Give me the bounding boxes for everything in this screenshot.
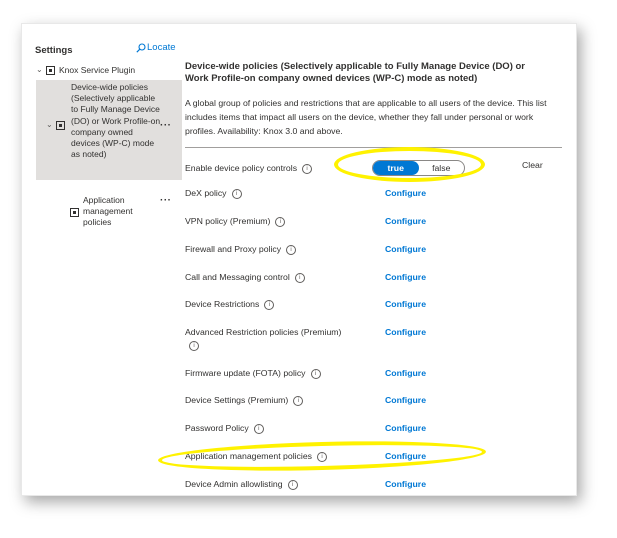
policy-row-label: Password Policy i xyxy=(185,422,264,434)
info-icon[interactable]: i xyxy=(189,341,199,351)
settings-tree-pane: Settings Locate ⌄ Knox Service Plugin ⌄ … xyxy=(22,24,182,495)
enable-label: Enable device policy controls xyxy=(185,163,298,173)
policy-name: Advanced Restriction policies (Premium) xyxy=(185,327,342,337)
policy-row: Device Restrictions i Configure xyxy=(185,298,562,318)
policy-details-pane: Device-wide policies (Selectively applic… xyxy=(185,24,576,495)
policy-name: DeX policy xyxy=(185,188,227,198)
policy-name: Device Restrictions xyxy=(185,299,260,309)
policy-name: Password Policy xyxy=(185,423,249,433)
chevron-down-icon[interactable]: ⌄ xyxy=(36,65,46,74)
policy-row: Application management policies i Configur… xyxy=(185,450,562,470)
info-icon[interactable]: i xyxy=(294,272,305,283)
configure-link[interactable]: Configure xyxy=(385,394,426,406)
policy-row: DeX policy i Configure xyxy=(185,187,562,207)
enable-device-policy-row: Enable device policy controls i true fals… xyxy=(185,160,562,182)
policy-row: Firewall and Proxy policy i Configure xyxy=(185,243,562,263)
policy-name: Firewall and Proxy policy xyxy=(185,244,282,254)
true-false-toggle[interactable]: true false xyxy=(372,160,465,176)
settings-title: Settings xyxy=(35,45,73,56)
policy-name: Firmware update (FOTA) policy xyxy=(185,368,306,378)
policy-row: Device Settings (Premium) i Configure xyxy=(185,394,562,414)
policy-name: VPN policy (Premium) xyxy=(185,216,271,226)
configure-link[interactable]: Configure xyxy=(385,271,426,283)
locate-label: Locate xyxy=(147,42,176,53)
configure-link[interactable]: Configure xyxy=(385,450,426,462)
policy-row-label: Device Admin allowlisting i xyxy=(185,478,298,490)
policy-node-icon xyxy=(56,121,65,130)
policy-row-label: Application management policies i xyxy=(185,450,328,462)
configure-link[interactable]: Configure xyxy=(385,422,426,434)
more-ellipsis-icon[interactable]: ··· xyxy=(160,120,172,131)
configure-link[interactable]: Configure xyxy=(385,215,426,227)
policy-name: Device Settings (Premium) xyxy=(185,395,289,405)
policy-name: Device Admin allowlisting xyxy=(185,479,283,489)
row-label: Enable device policy controls i xyxy=(185,162,313,174)
settings-panel: Settings Locate ⌄ Knox Service Plugin ⌄ … xyxy=(21,23,577,496)
info-icon[interactable]: i xyxy=(275,216,286,227)
policy-row-label: Device Restrictions i xyxy=(185,298,275,310)
policy-row: Advanced Restriction policies (Premium) i… xyxy=(185,326,562,351)
configure-link[interactable]: Configure xyxy=(385,298,426,310)
policy-row: Device Admin allowlisting i Configure xyxy=(185,478,562,495)
toggle-false[interactable]: false xyxy=(419,161,465,175)
info-icon[interactable]: i xyxy=(264,299,275,310)
tree-item-device-wide-controls: ⌄ xyxy=(46,120,69,130)
policy-name: Application management policies xyxy=(185,451,313,461)
configure-link[interactable]: Configure xyxy=(385,478,426,490)
chevron-down-icon[interactable]: ⌄ xyxy=(46,120,56,129)
clear-button[interactable]: Clear xyxy=(522,160,543,170)
tree-item-application-management[interactable]: Application management policies xyxy=(70,195,141,229)
tree-item-selected-label: Device-wide policies (Selectively applic… xyxy=(71,82,161,160)
policy-row-label: Advanced Restriction policies (Premium) i xyxy=(185,326,365,351)
info-icon[interactable]: i xyxy=(293,395,304,406)
info-icon[interactable]: i xyxy=(317,451,328,462)
info-icon[interactable]: i xyxy=(287,479,298,490)
info-icon[interactable]: i xyxy=(302,163,313,174)
info-icon[interactable]: i xyxy=(253,423,264,434)
divider xyxy=(185,147,562,148)
policy-row: Firmware update (FOTA) policy i Configure xyxy=(185,367,562,387)
configure-link[interactable]: Configure xyxy=(385,187,426,199)
policy-node-icon xyxy=(46,66,55,75)
configure-link[interactable]: Configure xyxy=(385,326,426,338)
configure-link[interactable]: Configure xyxy=(385,243,426,255)
policy-row-label: DeX policy i xyxy=(185,187,242,199)
page-description: A global group of policies and restricti… xyxy=(185,98,547,136)
page-title: Device-wide policies (Selectively applic… xyxy=(185,61,526,84)
locate-icon xyxy=(136,42,146,53)
policy-row-label: VPN policy (Premium) i xyxy=(185,215,286,227)
info-icon[interactable]: i xyxy=(310,368,321,379)
locate-button[interactable]: Locate xyxy=(136,42,176,53)
policy-row-label: Firewall and Proxy policy i xyxy=(185,243,297,255)
more-ellipsis-icon[interactable]: ··· xyxy=(160,195,172,206)
tree-item-label: Application management policies xyxy=(83,195,133,228)
info-icon[interactable]: i xyxy=(286,244,297,255)
info-icon[interactable]: i xyxy=(231,188,242,199)
tree-item-knox-service-plugin[interactable]: ⌄ Knox Service Plugin xyxy=(36,65,135,75)
policy-node-icon xyxy=(70,208,79,217)
policy-row-label: Call and Messaging control i xyxy=(185,271,305,283)
policy-row-label: Device Settings (Premium) i xyxy=(185,394,304,406)
policy-row-label: Firmware update (FOTA) policy i xyxy=(185,367,321,379)
configure-link[interactable]: Configure xyxy=(385,367,426,379)
policy-row: VPN policy (Premium) i Configure xyxy=(185,215,562,235)
policy-row: Password Policy i Configure xyxy=(185,422,562,442)
policy-name: Call and Messaging control xyxy=(185,272,290,282)
tree-item-label: Knox Service Plugin xyxy=(59,65,136,75)
toggle-true[interactable]: true xyxy=(373,161,419,175)
policy-row: Call and Messaging control i Configure xyxy=(185,271,562,291)
